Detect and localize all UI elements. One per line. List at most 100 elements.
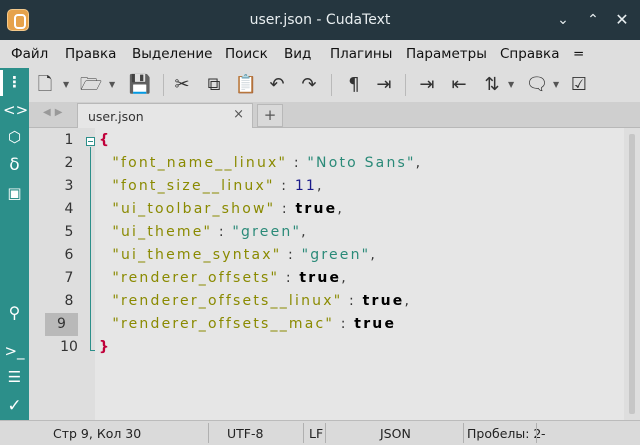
code-token: true [354, 316, 397, 332]
add-tab-button[interactable]: + [257, 104, 283, 127]
menu-dots-icon[interactable]: ⋮ [3, 71, 26, 93]
code-token: "renderer_offsets__linux" [112, 293, 343, 309]
unindent-icon[interactable]: ⇤ [447, 73, 471, 97]
new-file-icon[interactable]: 🗋 [33, 73, 57, 97]
code-editor[interactable]: { "font_name__linux" : "Noto Sans", "fon… [95, 128, 624, 420]
tab-bar: ◀▶ user.json × + [29, 102, 640, 128]
line-number[interactable]: 3 [45, 175, 93, 198]
status-caret-position[interactable]: Стр 9, Кол 30 [53, 426, 141, 441]
menu-edit[interactable]: Правка [65, 46, 116, 62]
menu-view[interactable]: Вид [284, 46, 311, 62]
code-token: : [281, 247, 302, 263]
tab-close-icon[interactable]: × [233, 107, 244, 122]
line-number[interactable]: 2 [45, 152, 93, 175]
code-token: 11 [294, 178, 318, 194]
new-file-dropdown-icon[interactable]: ▼ [63, 80, 69, 89]
open-dropdown-icon[interactable]: ▼ [109, 80, 115, 89]
comment-icon[interactable]: 🗨 [525, 73, 549, 97]
code-line[interactable]: "ui_toolbar_show" : true, [99, 198, 344, 221]
menu-more[interactable]: = [573, 46, 584, 62]
minimize-button[interactable]: ⌄ [553, 10, 573, 30]
line-number[interactable]: 7 [45, 267, 93, 290]
save-icon[interactable]: 💾 [128, 73, 152, 97]
sort-icon[interactable]: ⇅ [480, 73, 504, 97]
output-list-icon[interactable]: ☰ [3, 366, 26, 388]
validate-check-icon[interactable]: ✓ [3, 395, 26, 417]
close-button[interactable]: ✕ [612, 10, 632, 30]
code-line[interactable]: "font_name__linux" : "Noto Sans", [99, 152, 422, 175]
code-token: : [279, 270, 300, 286]
menu-help[interactable]: Справка [500, 46, 559, 62]
line-number[interactable]: 6 [45, 244, 93, 267]
paste-icon[interactable]: 📋 [234, 73, 258, 97]
indent-icon[interactable]: ⇥ [415, 73, 439, 97]
menu-selection[interactable]: Выделение [132, 46, 212, 62]
title-bar: user.json - CudaText ⌄ ⌃ ✕ [0, 0, 640, 40]
status-separator [303, 423, 304, 443]
code-line[interactable]: { [99, 129, 111, 152]
code-token: true [299, 270, 342, 286]
status-separator [325, 423, 326, 443]
menu-options[interactable]: Параметры [406, 46, 487, 62]
tab-scroll-arrows-icon[interactable]: ◀▶ [43, 107, 66, 118]
status-separator [463, 423, 464, 443]
code-line[interactable]: } [99, 336, 111, 359]
code-token: true [295, 201, 338, 217]
toolbar: 🗋 ▼ 🗁 ▼ 💾 ✂ ⧉ 📋 ↶ ↷ ¶ ⇥ ⇥ ⇤ ⇅ ▼ 🗨 ▼ ☑ [29, 68, 640, 102]
code-line[interactable]: "ui_theme" : "green", [99, 221, 308, 244]
line-number[interactable]: 4 [45, 198, 93, 221]
redo-icon[interactable]: ↷ [297, 73, 321, 97]
status-indent[interactable]: Пробелы: 2 [467, 426, 541, 441]
code-token: : [287, 155, 308, 171]
tab-label: user.json [88, 109, 144, 124]
code-token: , [341, 270, 348, 286]
snippets-delta-icon[interactable]: δ [3, 154, 26, 176]
code-line[interactable]: "renderer_offsets__mac" : true [99, 313, 396, 336]
status-extra[interactable]: - [541, 426, 546, 441]
menu-file[interactable]: Файл [11, 46, 48, 62]
code-tree-icon[interactable]: <> [3, 99, 28, 121]
code-line[interactable]: "ui_theme_syntax" : "green", [99, 244, 377, 267]
open-folder-icon[interactable]: 🗁 [79, 73, 103, 97]
code-token: "green" [301, 247, 371, 263]
status-line-ends[interactable]: LF [309, 426, 323, 441]
vertical-scrollbar[interactable] [624, 128, 640, 420]
maximize-button[interactable]: ⌃ [583, 10, 603, 30]
checkbox-icon[interactable]: ☑ [567, 73, 591, 97]
copy-icon[interactable]: ⧉ [202, 73, 226, 97]
line-number[interactable]: 10 [45, 336, 93, 359]
wrap-icon[interactable]: ⇥ [372, 73, 396, 97]
code-line[interactable]: "font_size__linux" : 11, [99, 175, 324, 198]
project-cube-icon[interactable]: ⬡ [3, 126, 26, 148]
code-token: "renderer_offsets" [112, 270, 280, 286]
status-encoding[interactable]: UTF-8 [227, 426, 263, 441]
menu-plugins[interactable]: Плагины [330, 46, 392, 62]
code-token: "font_size__linux" [112, 178, 275, 194]
code-token: , [404, 293, 412, 309]
comment-dropdown-icon[interactable]: ▼ [553, 80, 559, 89]
code-token: : [212, 224, 233, 240]
line-number[interactable]: 9 [45, 313, 78, 336]
fold-collapse-icon[interactable] [86, 137, 95, 146]
menu-search[interactable]: Поиск [225, 46, 268, 62]
line-number[interactable]: 8 [45, 290, 93, 313]
tabs-window-icon[interactable]: ▣ [3, 182, 26, 204]
undo-icon[interactable]: ↶ [265, 73, 289, 97]
line-number[interactable]: 5 [45, 221, 93, 244]
code-line[interactable]: "renderer_offsets" : true, [99, 267, 348, 290]
tab-user-json[interactable]: user.json × [77, 103, 253, 128]
window-title: user.json - CudaText [249, 12, 391, 28]
scrollbar-thumb[interactable] [629, 134, 635, 414]
status-lexer[interactable]: JSON [380, 426, 411, 441]
toolbar-separator [331, 74, 332, 96]
sort-dropdown-icon[interactable]: ▼ [508, 80, 514, 89]
code-token: "green" [232, 224, 302, 240]
cut-icon[interactable]: ✂ [170, 73, 194, 97]
code-line[interactable]: "renderer_offsets__linux" : true, [99, 290, 411, 313]
unprinted-chars-icon[interactable]: ¶ [342, 73, 366, 97]
search-icon[interactable]: ⚲ [3, 302, 26, 324]
console-icon[interactable]: >_ [3, 340, 26, 362]
